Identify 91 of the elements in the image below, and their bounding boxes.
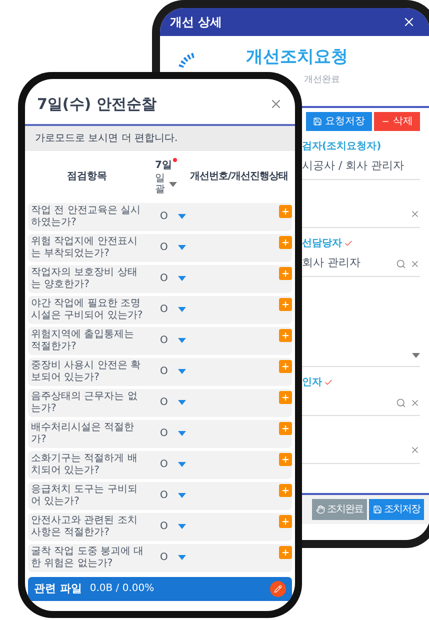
plus-icon [281, 486, 290, 494]
clear-icon[interactable] [410, 398, 420, 408]
answer-value: O [160, 489, 168, 503]
add-button[interactable] [279, 204, 292, 218]
check-question: 안전사고와 관련된 조치사항은 적절한가? [30, 514, 138, 538]
pencil-icon [274, 584, 282, 593]
add-button[interactable] [279, 484, 292, 496]
files-usage: 0.0B / 0.00% [90, 582, 154, 596]
dropdown-caret-icon[interactable] [178, 338, 186, 343]
check-question: 야간 작업에 필요한 조명시설은 구비되어 있는가? [30, 298, 144, 322]
check-question: 배수처리시설은 적절한가? [30, 422, 136, 446]
files-label: 관련 파일 [34, 580, 82, 596]
clear-icon[interactable] [410, 258, 420, 268]
add-button[interactable] [279, 298, 292, 310]
add-button[interactable] [279, 452, 292, 466]
plus-icon [281, 516, 290, 526]
hand-icon [316, 505, 325, 514]
add-button[interactable] [279, 514, 292, 528]
check-question: 응급처치 도구는 구비되어 있는가? [30, 484, 138, 508]
delete-button[interactable]: 삭제 [374, 112, 420, 131]
plus-icon [281, 548, 290, 556]
save-icon [373, 505, 382, 514]
clear-icon[interactable] [410, 209, 420, 219]
answer-value: O [160, 334, 168, 348]
add-button[interactable] [279, 360, 292, 372]
check-question: 위험지역에 출입통제는 적절한가? [30, 328, 136, 352]
request-heading: 개선조치요청 [246, 46, 348, 68]
window-title: 7일(수) 안전순찰 [37, 94, 156, 115]
add-button[interactable] [279, 422, 292, 434]
bulk-select-label: 일괄 [155, 173, 165, 195]
field-label: 인자 [302, 376, 322, 390]
dropdown-caret-icon[interactable] [178, 276, 186, 281]
dropdown-caret-icon[interactable] [178, 493, 186, 498]
window-title: 개선 상세 [170, 14, 222, 31]
clear-icon[interactable] [410, 445, 420, 455]
field-label: 선담당자 [302, 237, 342, 251]
check-question: 작업자의 보호장비 상태는 양호한가? [30, 266, 138, 290]
search-icon[interactable] [396, 258, 406, 268]
dropdown-caret-icon[interactable] [412, 353, 420, 358]
plus-icon [281, 300, 290, 308]
check-question: 작업 전 안전교육은 실시하였는가? [30, 204, 142, 228]
save-request-button[interactable]: 요청저장 [306, 112, 372, 131]
dropdown-caret-icon[interactable] [178, 245, 186, 250]
plus-icon [281, 392, 290, 402]
answer-value: O [160, 520, 168, 534]
edit-button[interactable] [270, 580, 286, 597]
answer-value: O [160, 272, 168, 286]
add-button[interactable] [279, 390, 292, 404]
column-header: 개선번호/개선진행상태 [188, 170, 290, 184]
column-header: 점검항목 [66, 170, 108, 184]
answer-value: O [160, 365, 168, 379]
status-subheading: 개선완료 [304, 74, 341, 87]
answer-value: O [160, 396, 168, 410]
check-question: 중장비 사용시 안전은 확보되어 있는가? [30, 360, 142, 384]
dropdown-caret-icon[interactable] [178, 214, 186, 219]
answer-value: O [160, 303, 168, 317]
dropdown-caret-icon[interactable] [169, 182, 177, 186]
field-label: 검자(조치요청자) [302, 140, 382, 154]
complete-button[interactable]: 조치완료 [312, 499, 367, 520]
plus-icon [281, 424, 290, 432]
answer-value: O [160, 210, 168, 224]
close-icon[interactable] [402, 15, 416, 29]
plus-icon [281, 330, 290, 340]
dropdown-caret-icon[interactable] [178, 369, 186, 374]
check-question: 소화기구는 적절하게 배치되어 있는가? [30, 452, 138, 476]
dropdown-caret-icon[interactable] [178, 431, 186, 436]
plus-icon [281, 454, 290, 464]
plus-icon [281, 362, 290, 370]
dropdown-caret-icon[interactable] [178, 400, 186, 405]
add-button[interactable] [279, 546, 292, 558]
column-header: 7일 [155, 159, 172, 173]
notice-bar: 가로모드로 보시면 더 편합니다. [25, 126, 295, 150]
search-icon[interactable] [396, 398, 406, 408]
plus-icon [281, 238, 290, 246]
check-question: 굴착 작업 도중 붕괴에 대한 위험은 없는가? [30, 546, 145, 570]
answer-value: O [160, 241, 168, 255]
answer-value: O [160, 551, 168, 565]
add-button[interactable] [279, 266, 292, 280]
check-question: 음주상태의 근무자는 없는가? [30, 390, 138, 414]
dropdown-caret-icon[interactable] [178, 307, 186, 312]
check-question: 위험 작업지에 안전표시는 부착되었는가? [30, 236, 138, 260]
dropdown-caret-icon[interactable] [178, 555, 186, 560]
answer-value: O [160, 458, 168, 472]
add-button[interactable] [279, 236, 292, 248]
plus-icon [281, 206, 290, 216]
answer-value: O [160, 427, 168, 441]
dropdown-caret-icon[interactable] [178, 462, 186, 467]
plus-icon [281, 268, 290, 278]
add-button[interactable] [279, 328, 292, 342]
save-button[interactable]: 조치저장 [369, 499, 424, 520]
save-icon [313, 117, 322, 126]
